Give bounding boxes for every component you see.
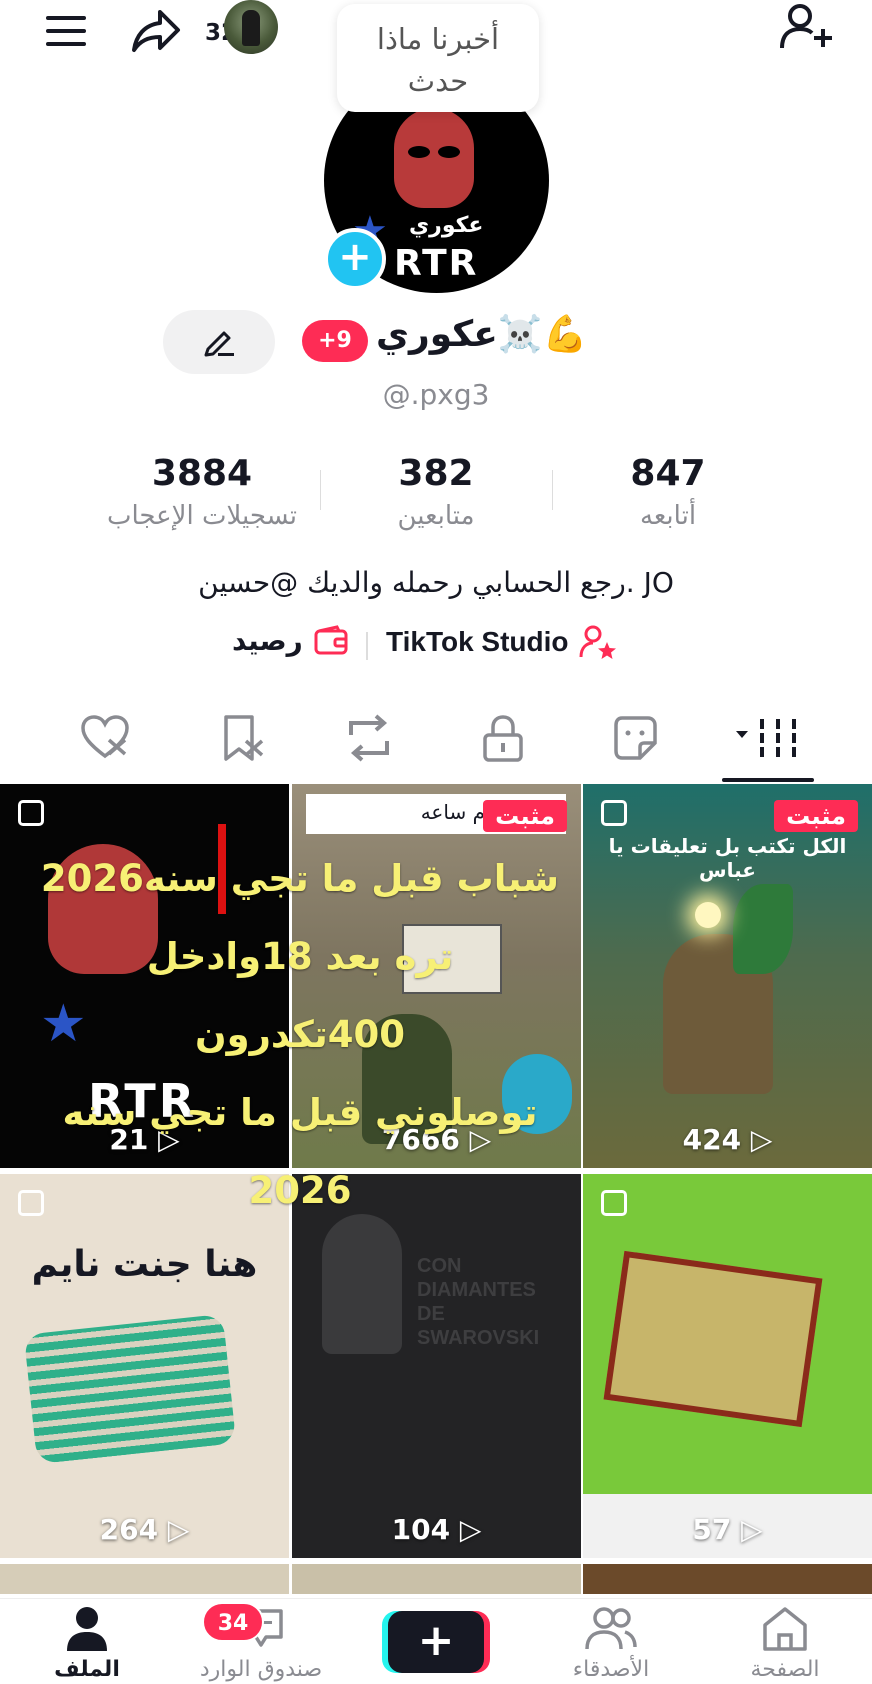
view-count: 57 ▷ <box>692 1513 763 1546</box>
stat-divider <box>552 470 553 510</box>
multi-photo-icon <box>18 800 44 826</box>
nav-home-label: الصفحة الرئيسية <box>747 1657 823 1684</box>
add-story-button[interactable]: + <box>324 228 386 290</box>
hidden-heart-icon <box>81 715 129 759</box>
pinned-badge: مثبت <box>483 800 567 832</box>
repost-icon <box>349 714 389 762</box>
followers-count: 382 <box>398 453 474 494</box>
video-thumbnail[interactable]: CON DIAMANTES DE SWAROVSKI 104 ▷ <box>292 1174 581 1558</box>
followers-stat[interactable]: 382 متابعين <box>326 452 546 536</box>
username: @.pxg3 <box>382 378 490 411</box>
video-top-caption: الكل تكتب بل تعليقات يا عباس <box>608 834 847 882</box>
tiktok-studio-link[interactable]: TikTok Studio <box>386 624 617 660</box>
followers-label: متابعين <box>397 501 475 531</box>
sticker-icon <box>614 716 657 760</box>
view-count: 264 ▷ <box>99 1513 190 1546</box>
pencil-icon <box>204 331 234 357</box>
following-label: أتابعه <box>639 501 697 531</box>
status-prompt-line1: أخبرنا ماذا <box>376 22 500 56</box>
avatar-mask-graphic <box>394 108 474 208</box>
tab-liked[interactable] <box>70 708 140 768</box>
edit-profile-button[interactable] <box>163 310 275 374</box>
view-count: 424 ▷ <box>682 1123 773 1156</box>
create-button[interactable]: + <box>388 1611 484 1673</box>
following-count: 847 <box>630 453 706 494</box>
pinned-badge: مثبت <box>774 800 858 832</box>
video-caption: CON DIAMANTES DE SWAROVSKI <box>417 1255 540 1349</box>
display-name: عكوري☠️💪 <box>376 314 588 355</box>
nav-friends[interactable]: الأصدقاء <box>536 1605 686 1682</box>
avatar-logo-text: RTR <box>394 243 479 284</box>
nav-inbox-label: صندوق الوارد <box>199 1657 323 1682</box>
following-stat[interactable]: 847 أتابعه <box>558 452 778 536</box>
add-user-icon[interactable] <box>775 0 839 54</box>
tiktok-studio-label: TikTok Studio <box>386 626 569 657</box>
friends-icon <box>585 1607 637 1650</box>
status-prompt-bubble[interactable]: أخبرنا ماذا حدث <box>337 4 539 112</box>
profile-icon <box>67 1607 107 1651</box>
profile-bio: رجع الحسابي رحمله والديك @حسين. JO <box>198 566 674 599</box>
grid-icon <box>736 719 796 757</box>
multi-photo-icon <box>601 1190 627 1216</box>
tab-favorites[interactable] <box>208 708 278 768</box>
video-thumbnail[interactable] <box>292 1564 581 1594</box>
links-separator <box>366 632 368 660</box>
video-thumbnail[interactable] <box>0 1564 289 1594</box>
nav-profile-label: الملف الشخصي <box>38 1657 136 1684</box>
overlay-caption-line: شباب قبل ما تجي سنه2026 <box>40 857 560 900</box>
stat-divider <box>320 470 321 510</box>
menu-icon[interactable] <box>38 6 94 56</box>
video-thumbnail[interactable]: 57 ▷ <box>583 1174 872 1558</box>
overlay-caption: شباب قبل ما تجي سنه2026 تره بعد 18وادخل … <box>40 840 560 1230</box>
likes-stat[interactable]: 3884 تسجيلات الإعجاب <box>92 452 312 536</box>
overlay-caption-line: توصلوني قبل ما تجي سنه <box>62 1091 538 1134</box>
share-icon[interactable] <box>126 4 186 58</box>
inbox-count-badge: 34 <box>202 1602 264 1642</box>
video-thumbnail[interactable] <box>583 1564 872 1594</box>
home-icon <box>763 1607 807 1651</box>
avatar-name-text: عكوري <box>409 213 484 238</box>
tab-private[interactable] <box>468 708 538 768</box>
overlay-caption-line: 2026 <box>248 1169 352 1212</box>
tab-videos[interactable] <box>722 708 814 768</box>
video-thumbnail[interactable]: الكل تكتب بل تعليقات يا عباس مثبت 424 ▷ <box>583 784 872 1168</box>
hidden-bookmark-icon <box>224 715 264 761</box>
nav-profile[interactable]: الملف الشخصي <box>12 1605 162 1684</box>
notification-badge[interactable]: +9 <box>302 320 368 362</box>
nav-friends-label: الأصدقاء <box>572 1657 650 1682</box>
balance-label: رصيد <box>232 624 303 657</box>
tab-stickers[interactable] <box>600 708 670 768</box>
status-prompt-line2: حدث <box>407 64 469 98</box>
likes-count: 3884 <box>151 453 253 494</box>
balance-link[interactable]: رصيد <box>232 624 349 657</box>
wallet-icon <box>314 624 348 654</box>
profile-links: رصيد TikTok Studio <box>0 624 872 668</box>
bottom-nav: الملف الشخصي صندوق الوارد + الأصدقاء الص… <box>0 1598 872 1684</box>
video-thumbnail[interactable]: هنا جنت نايم 264 ▷ <box>0 1174 289 1558</box>
creator-star-icon <box>579 625 616 659</box>
video-caption: هنا جنت نايم <box>31 1244 258 1285</box>
story-viewer-avatar[interactable] <box>224 0 278 54</box>
nav-home[interactable]: الصفحة الرئيسية <box>710 1605 860 1684</box>
tab-reposts[interactable] <box>334 708 404 768</box>
multi-photo-icon <box>601 800 627 826</box>
overlay-caption-line: تره بعد 18وادخل 400تكدرون <box>146 935 454 1056</box>
profile-tabs <box>0 700 872 784</box>
likes-label: تسجيلات الإعجاب <box>106 501 298 531</box>
view-count: 104 ▷ <box>391 1513 482 1546</box>
active-tab-indicator <box>722 778 814 782</box>
lock-icon <box>483 715 523 762</box>
